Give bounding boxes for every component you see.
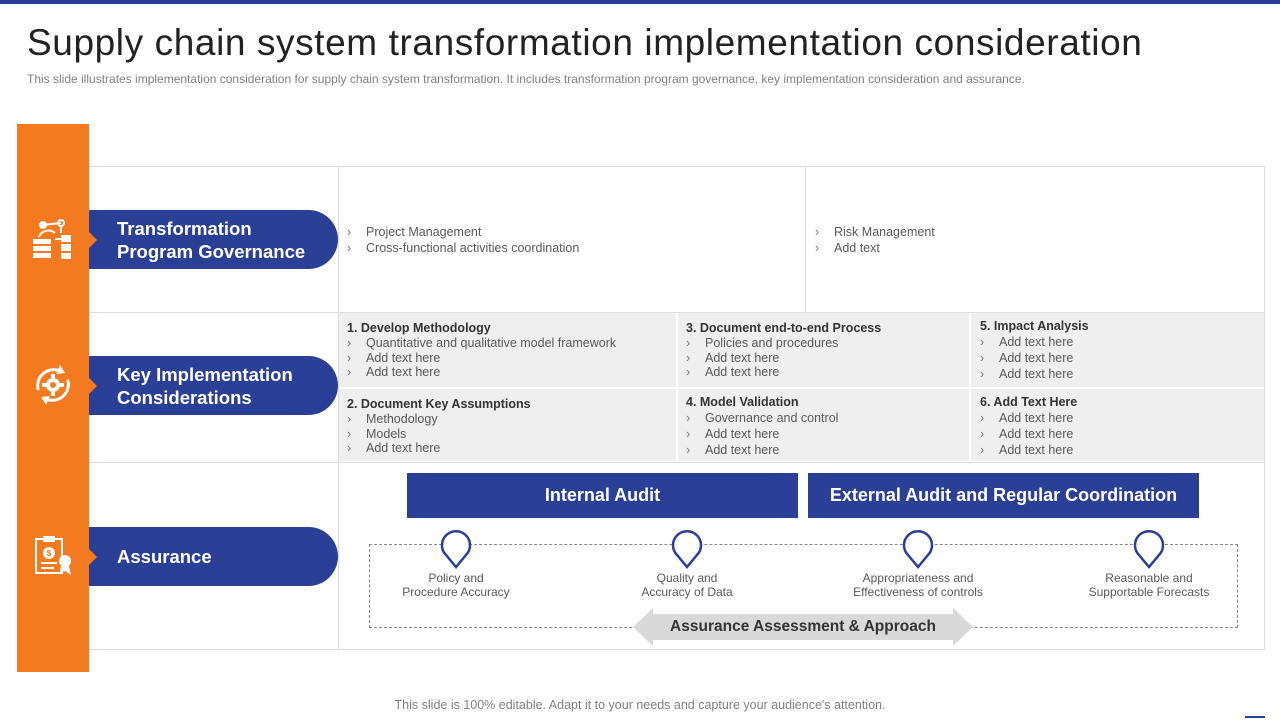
corner-accent-line	[1245, 716, 1265, 718]
implementation-cell-2: 2. Document Key Assumptions Methodology …	[339, 389, 676, 461]
governance-col1: Project Management Cross-functional acti…	[347, 224, 787, 256]
assurance-label: Assurance	[117, 546, 212, 567]
top-accent-bar	[0, 0, 1280, 4]
location-pin-icon	[1133, 529, 1165, 569]
cell-heading: 3. Document end-to-end Process	[686, 321, 882, 335]
point-label-line2: Effectiveness of controls	[853, 585, 983, 599]
cell-heading: 2. Document Key Assumptions	[347, 397, 531, 411]
list-item: Risk Management	[815, 224, 1255, 240]
implementation-label-line1: Key Implementation	[117, 363, 293, 385]
governance-label-line2: Program Governance	[117, 240, 306, 262]
list-item: Add text here	[686, 351, 961, 366]
row-divider-top	[89, 166, 1265, 167]
point-label-line1: Policy and	[428, 571, 484, 585]
list-item: Add text here	[980, 410, 1255, 426]
point-label-line1: Reasonable and	[1105, 571, 1193, 585]
implementation-label-line2: Considerations	[117, 386, 252, 408]
list-item: Policies and procedures	[686, 336, 961, 351]
governance-column-divider	[805, 166, 806, 312]
implementation-cell-5: 5. Impact Analysis Add text here Add tex…	[971, 313, 1264, 387]
point-label-line2: Supportable Forecasts	[1088, 585, 1210, 599]
list-item: Governance and control	[686, 410, 961, 426]
implementation-cell-3: 3. Document end-to-end Process Policies …	[678, 313, 969, 387]
svg-text:$: $	[47, 549, 52, 558]
list-item: Project Management	[347, 224, 787, 240]
row-divider-2	[89, 462, 1265, 463]
implementation-label-pill: Key Implementation Considerations	[89, 356, 338, 415]
list-item: Add text here	[980, 334, 1255, 350]
assurance-point-4: Reasonable and Supportable Forecasts	[1064, 571, 1234, 599]
row-divider-bottom	[89, 649, 1265, 650]
implementation-cell-4: 4. Model Validation Governance and contr…	[678, 389, 969, 461]
assurance-approach-label: Assurance Assessment & Approach	[670, 618, 936, 635]
external-audit-banner: External Audit and Regular Coordination	[808, 473, 1199, 518]
list-item: Cross-functional activities coordination	[347, 240, 787, 256]
list-item: Add text here	[980, 350, 1255, 366]
governance-label-pill: Transformation Program Governance	[89, 210, 338, 269]
page-subtitle: This slide illustrates implementation co…	[27, 72, 1025, 86]
point-label-line1: Quality and	[656, 571, 718, 585]
point-label-line2: Accuracy of Data	[641, 585, 733, 599]
governance-label-line1: Transformation	[117, 217, 252, 239]
point-label-line2: Procedure Accuracy	[402, 585, 510, 599]
audit-document-icon: $	[35, 536, 71, 575]
location-pin-icon	[440, 529, 472, 569]
implementation-cell-1: 1. Develop Methodology Quantitative and …	[339, 313, 676, 387]
cell-heading: 6. Add Text Here	[980, 395, 1078, 409]
cell-heading: 5. Impact Analysis	[980, 319, 1089, 333]
list-item: Add text here	[347, 441, 668, 456]
implementation-cell-6: 6. Add Text Here Add text here Add text …	[971, 389, 1264, 461]
assurance-label-pill: Assurance	[89, 527, 338, 586]
list-item: Add text here	[686, 442, 961, 458]
assurance-point-2: Quality and Accuracy of Data	[602, 571, 772, 599]
cell-heading: 4. Model Validation	[686, 395, 799, 409]
list-item: Methodology	[347, 412, 668, 427]
list-item: Quantitative and qualitative model frame…	[347, 336, 668, 351]
point-label-line1: Appropriateness and	[862, 571, 974, 585]
assurance-point-1: Policy and Procedure Accuracy	[371, 571, 541, 599]
gear-cycle-icon	[36, 365, 70, 405]
location-pin-icon	[902, 529, 934, 569]
location-pin-icon	[671, 529, 703, 569]
footer-note: This slide is 100% editable. Adapt it to…	[394, 698, 886, 712]
list-item: Add text here	[980, 442, 1255, 458]
governance-col2: Risk Management Add text	[815, 224, 1255, 256]
list-item: Models	[347, 427, 668, 442]
list-item: Add text here	[980, 426, 1255, 442]
assurance-point-3: Appropriateness and Effectiveness of cont…	[833, 571, 1003, 599]
list-item: Add text	[815, 240, 1255, 256]
list-item: Add text here	[980, 366, 1255, 382]
list-item: Add text here	[347, 351, 668, 366]
list-item: Add text here	[686, 365, 961, 380]
cell-heading: 1. Develop Methodology	[347, 321, 491, 335]
internal-audit-banner: Internal Audit	[407, 473, 798, 518]
page-title: Supply chain system transformation imple…	[27, 22, 1143, 63]
list-item: Add text here	[686, 426, 961, 442]
org-chart-icon	[33, 219, 71, 259]
list-item: Add text here	[347, 365, 668, 380]
